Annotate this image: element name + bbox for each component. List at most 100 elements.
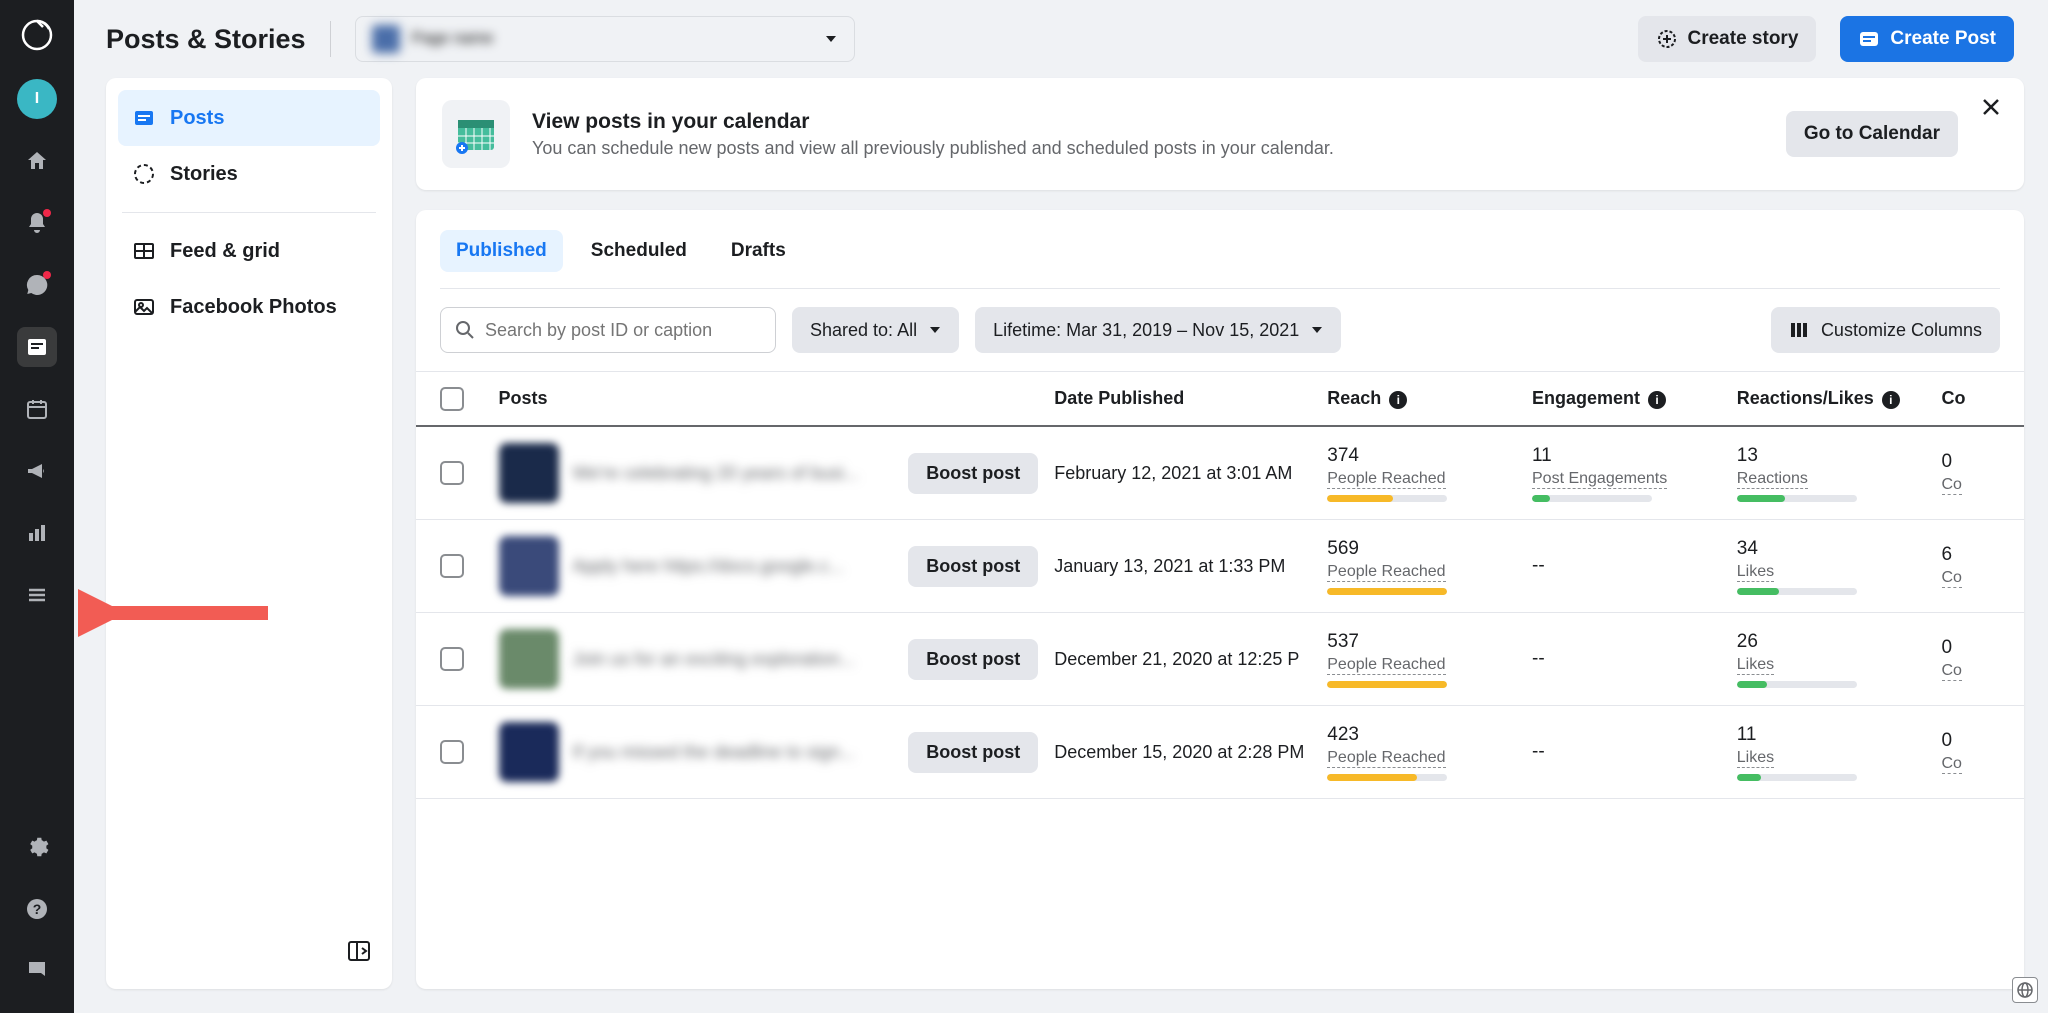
post-date: December 21, 2020 at 12:25 P — [1054, 649, 1327, 670]
select-all-checkbox[interactable] — [440, 387, 464, 411]
post-title[interactable]: Join us for an exciting exploration... — [573, 649, 855, 670]
metric-comments: 6 Co — [1942, 544, 2001, 588]
row-checkbox[interactable] — [440, 647, 464, 671]
table-row: Join us for an exciting exploration... B… — [416, 613, 2024, 706]
globe-icon[interactable] — [2012, 977, 2038, 1003]
nav-posts-icon[interactable] — [17, 327, 57, 367]
chevron-down-icon — [929, 324, 941, 336]
grid-icon — [132, 239, 156, 263]
sidebar-label: Stories — [170, 163, 238, 186]
metric-reach: 374 People Reached — [1327, 445, 1532, 502]
tab-published[interactable]: Published — [440, 230, 563, 272]
avatar-letter: I — [35, 90, 39, 108]
post-thumbnail[interactable] — [499, 443, 559, 503]
table-row: If you missed the deadline to sign... Bo… — [416, 706, 2024, 799]
filter-date-range[interactable]: Lifetime: Mar 31, 2019 – Nov 15, 2021 — [975, 307, 1341, 353]
post-thumbnail[interactable] — [499, 629, 559, 689]
col-header-reach: Reachi — [1327, 388, 1532, 409]
col-header-reactions: Reactions/Likesi — [1737, 388, 1942, 409]
table-row: Apply here https://docs.google.c... Boos… — [416, 520, 2024, 613]
create-story-label: Create story — [1688, 28, 1799, 50]
create-post-button[interactable]: Create Post — [1840, 16, 2014, 62]
post-title[interactable]: If you missed the deadline to sign... — [573, 742, 855, 763]
boost-post-button[interactable]: Boost post — [908, 732, 1038, 773]
search-input[interactable] — [485, 320, 761, 341]
divider — [122, 212, 376, 213]
row-checkbox[interactable] — [440, 740, 464, 764]
notification-dot — [43, 271, 51, 279]
nav-notifications-icon[interactable] — [17, 203, 57, 243]
post-thumbnail[interactable] — [499, 722, 559, 782]
nav-report-icon[interactable] — [17, 951, 57, 991]
metric-comments: 0 Co — [1942, 637, 2001, 681]
table-row: We're celebrating 20 years of busi... Bo… — [416, 427, 2024, 520]
post-title[interactable]: Apply here https://docs.google.c... — [573, 556, 844, 577]
tabs: Published Scheduled Drafts — [416, 210, 2024, 272]
metric-reach: 537 People Reached — [1327, 631, 1532, 688]
columns-icon — [1789, 320, 1809, 340]
info-icon[interactable]: i — [1648, 391, 1666, 409]
metric-reach: 423 People Reached — [1327, 724, 1532, 781]
section-nav: Posts Stories Feed & grid Facebook Photo… — [106, 78, 392, 989]
nav-home-icon[interactable] — [17, 141, 57, 181]
filter-label: Shared to: All — [810, 320, 917, 341]
page-header: Posts & Stories Page name Create story C… — [74, 0, 2048, 78]
boost-post-button[interactable]: Boost post — [908, 453, 1038, 494]
page-name: Page name — [412, 30, 494, 48]
sidebar-label: Posts — [170, 107, 224, 130]
filters-row: Shared to: All Lifetime: Mar 31, 2019 – … — [416, 289, 2024, 371]
col-header-date: Date Published — [1054, 388, 1327, 409]
info-icon[interactable]: i — [1882, 391, 1900, 409]
stories-icon — [132, 162, 156, 186]
brand-icon[interactable] — [20, 18, 54, 57]
calendar-banner: View posts in your calendar You can sche… — [416, 78, 2024, 190]
nav-menu-icon[interactable] — [17, 575, 57, 615]
post-date: January 13, 2021 at 1:33 PM — [1054, 556, 1327, 577]
search-icon — [455, 320, 475, 340]
nav-settings-icon[interactable] — [17, 827, 57, 867]
col-header-comments: Co — [1942, 388, 2001, 409]
metric-reactions: 13 Reactions — [1737, 445, 1942, 502]
metric-reactions: 11 Likes — [1737, 724, 1942, 781]
create-story-button[interactable]: Create story — [1638, 16, 1817, 62]
table-header: Posts Date Published Reachi Engagementi … — [416, 371, 2024, 427]
metric-engagement: -- — [1532, 648, 1737, 670]
sidebar-label: Facebook Photos — [170, 296, 337, 319]
go-to-calendar-button[interactable]: Go to Calendar — [1786, 111, 1958, 157]
nav-insights-icon[interactable] — [17, 513, 57, 553]
page-title: Posts & Stories — [106, 24, 306, 55]
customize-columns-button[interactable]: Customize Columns — [1771, 307, 2000, 353]
notification-dot — [43, 209, 51, 217]
boost-post-button[interactable]: Boost post — [908, 546, 1038, 587]
col-header-posts: Posts — [499, 388, 1055, 409]
info-icon[interactable]: i — [1389, 391, 1407, 409]
row-checkbox[interactable] — [440, 461, 464, 485]
nav-help-icon[interactable]: ? — [17, 889, 57, 929]
sidebar-item-posts[interactable]: Posts — [118, 90, 380, 146]
left-nav-rail: I ? — [0, 0, 74, 1013]
metric-reach: 569 People Reached — [1327, 538, 1532, 595]
tab-drafts[interactable]: Drafts — [715, 230, 802, 272]
tab-scheduled[interactable]: Scheduled — [575, 230, 703, 272]
post-thumbnail[interactable] — [499, 536, 559, 596]
metric-comments: 0 Co — [1942, 730, 2001, 774]
sidebar-label: Feed & grid — [170, 240, 280, 263]
boost-post-button[interactable]: Boost post — [908, 639, 1038, 680]
nav-ads-icon[interactable] — [17, 451, 57, 491]
row-checkbox[interactable] — [440, 554, 464, 578]
close-icon[interactable] — [1980, 96, 2002, 123]
post-title[interactable]: We're celebrating 20 years of busi... — [573, 463, 859, 484]
search-input-wrap[interactable] — [440, 307, 776, 353]
nav-inbox-icon[interactable] — [17, 265, 57, 305]
post-date: December 15, 2020 at 2:28 PM — [1054, 742, 1327, 763]
profile-avatar[interactable]: I — [17, 79, 57, 119]
nav-calendar-icon[interactable] — [17, 389, 57, 429]
sidebar-item-stories[interactable]: Stories — [118, 146, 380, 202]
filter-shared-to[interactable]: Shared to: All — [792, 307, 959, 353]
sidebar-item-feed-grid[interactable]: Feed & grid — [118, 223, 380, 279]
page-selector[interactable]: Page name — [355, 16, 855, 62]
filter-label: Customize Columns — [1821, 320, 1982, 341]
collapse-panel-icon[interactable] — [346, 938, 372, 969]
metric-engagement: -- — [1532, 741, 1737, 763]
sidebar-item-photos[interactable]: Facebook Photos — [118, 279, 380, 335]
